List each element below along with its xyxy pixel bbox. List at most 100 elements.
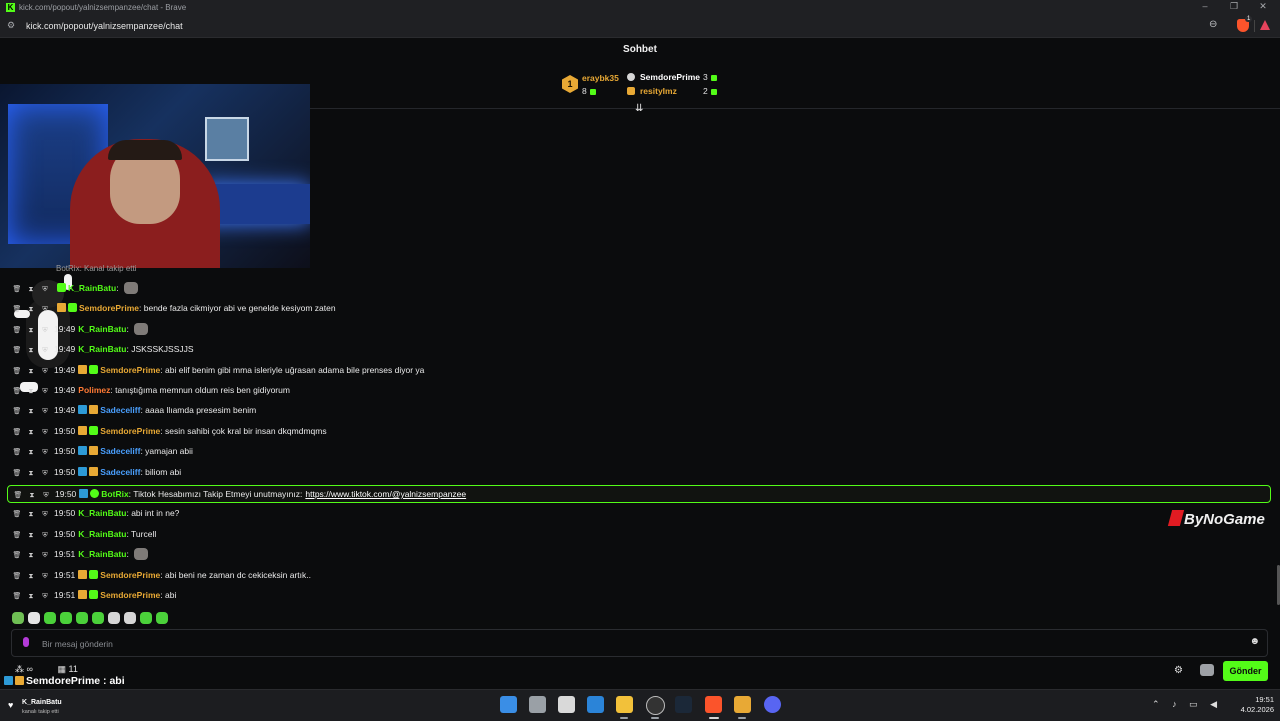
quick-emote-icon[interactable] bbox=[92, 612, 104, 624]
trash-icon[interactable]: 🗑 bbox=[12, 528, 22, 544]
trash-icon[interactable]: 🗑 bbox=[12, 364, 22, 380]
timeout-icon[interactable]: ⧗ bbox=[26, 466, 36, 482]
trash-icon[interactable]: 🗑 bbox=[12, 445, 22, 461]
timeout-icon[interactable]: ⧗ bbox=[26, 569, 36, 585]
shield-icon[interactable]: ⛨ bbox=[40, 507, 50, 523]
shield-icon[interactable]: ⛨ bbox=[40, 589, 50, 605]
chat-message[interactable]: 🗑 ⧗ ⛨ 19:50 Sadeceliff: biliom abi bbox=[12, 464, 181, 480]
quick-emote-icon[interactable] bbox=[60, 612, 72, 624]
gift-leaderboard[interactable]: 1 eraybk35 8 SemdorePrime 3 resityImz 2 bbox=[560, 70, 730, 106]
message-username[interactable]: K_RainBatu bbox=[78, 344, 126, 354]
timeout-icon[interactable]: ⧗ bbox=[26, 282, 36, 298]
message-input[interactable] bbox=[40, 634, 1244, 654]
emoji-icon[interactable]: ☻ bbox=[1249, 636, 1260, 647]
message-username[interactable]: K_RainBatu bbox=[68, 283, 116, 293]
collapse-leaderboard-icon[interactable]: ⇊ bbox=[635, 103, 643, 114]
chat-message[interactable]: 🗑 ⧗ ⛨ 19:50 K_RainBatu: abi int in ne? bbox=[12, 505, 180, 523]
send-button[interactable]: Gönder bbox=[1223, 661, 1268, 681]
close-button[interactable]: ✕ bbox=[1256, 1, 1270, 13]
message-username[interactable]: Polimez bbox=[78, 385, 110, 395]
shield-icon[interactable]: ⛨ bbox=[40, 343, 50, 359]
trash-icon[interactable]: 🗑 bbox=[12, 548, 22, 564]
volume-icon[interactable]: ◀ bbox=[1210, 699, 1217, 709]
trash-icon[interactable]: 🗑 bbox=[12, 282, 22, 298]
chat-message[interactable]: 🗑 ⧗ ⛨ 19:49 K_RainBatu: JSKSSKJSSJJS bbox=[12, 341, 194, 357]
shield-icon[interactable]: ⛨ bbox=[40, 569, 50, 585]
leader-second-name[interactable]: SemdorePrime bbox=[640, 72, 700, 82]
chat-input-box[interactable]: ☻ bbox=[11, 629, 1268, 657]
quick-emote-icon[interactable] bbox=[140, 612, 152, 624]
shield-icon[interactable]: ⛨ bbox=[40, 425, 50, 441]
shield-icon[interactable]: ⛨ bbox=[40, 445, 50, 461]
leader-first-name[interactable]: eraybk35 bbox=[582, 73, 619, 83]
timeout-icon[interactable]: ⧗ bbox=[26, 589, 36, 605]
message-username[interactable]: SemdorePrime bbox=[79, 303, 139, 313]
message-username[interactable]: K_RainBatu bbox=[78, 324, 126, 334]
message-username[interactable]: Sadeceliff bbox=[100, 467, 140, 477]
message-username[interactable]: SemdorePrime bbox=[100, 426, 160, 436]
maximize-button[interactable]: ❐ bbox=[1227, 1, 1241, 13]
chat-message[interactable]: 🗑 ⧗ ⛨ 19:50 K_RainBatu: Turcell bbox=[12, 526, 157, 544]
message-username[interactable]: SemdorePrime bbox=[100, 570, 160, 580]
chat-message[interactable]: 🗑 ⧗ ⛨ 19:49 Polimez: tanıştığıma memnun oldu… bbox=[12, 382, 290, 398]
timeout-icon[interactable]: ⧗ bbox=[26, 404, 36, 420]
message-username[interactable]: K_RainBatu bbox=[78, 508, 126, 518]
message-username[interactable]: SemdorePrime bbox=[100, 365, 160, 375]
timeout-icon[interactable]: ⧗ bbox=[26, 364, 36, 380]
timeout-icon[interactable]: ⧗ bbox=[26, 528, 36, 544]
timeout-icon[interactable]: ⧗ bbox=[26, 384, 36, 400]
photos-icon[interactable] bbox=[587, 696, 604, 713]
trash-icon[interactable]: 🗑 bbox=[12, 343, 22, 359]
trash-icon[interactable]: 🗑 bbox=[12, 507, 22, 523]
shield-icon[interactable]: ⛨ bbox=[41, 488, 51, 504]
message-username[interactable]: BotRix bbox=[101, 489, 128, 499]
shield-icon[interactable]: ⛨ bbox=[40, 364, 50, 380]
chat-message[interactable]: 🗑 ⧗ ⛨ 19:51 SemdorePrime: abi beni ne zaman … bbox=[12, 567, 311, 583]
zoom-icon[interactable]: ⊖ bbox=[1209, 19, 1217, 30]
settings-icon[interactable]: ⚙ bbox=[1174, 665, 1183, 676]
chat-message[interactable]: 🗑 ⧗ ⛨ 19:50 SemdorePrime: sesin sahibi çok k… bbox=[12, 423, 327, 439]
minimize-button[interactable]: – bbox=[1198, 1, 1212, 13]
system-tray[interactable]: ⌃ ♪ ▭ ◀ bbox=[1152, 699, 1227, 710]
shield-icon[interactable]: ⛨ bbox=[40, 302, 50, 318]
chat-message[interactable]: 🗑 ⧗ ⛨ 19:50 Sadeceliff: yamajan abii bbox=[12, 443, 193, 459]
timeout-icon[interactable]: ⧗ bbox=[26, 323, 36, 339]
taskbar-clock[interactable]: 19:51 4.02.2026 bbox=[1230, 695, 1274, 715]
file-explorer-icon[interactable] bbox=[616, 696, 633, 713]
brave-icon[interactable] bbox=[705, 696, 722, 713]
leader-third-name[interactable]: resityImz bbox=[640, 86, 677, 96]
chat-message[interactable]: 🗑 ⧗ ⛨ 19:51 SemdorePrime: abi bbox=[12, 587, 176, 603]
obs-icon[interactable] bbox=[646, 696, 665, 715]
chat-message[interactable]: 🗑 ⧗ ⛨ 19:49 SemdorePrime: abi elif benim gib… bbox=[12, 362, 424, 378]
timeout-icon[interactable]: ⧗ bbox=[26, 445, 36, 461]
message-username[interactable]: Sadeceliff bbox=[100, 446, 140, 456]
trash-icon[interactable]: 🗑 bbox=[13, 488, 23, 504]
network-icon[interactable]: ▭ bbox=[1189, 699, 1198, 709]
quick-emote-icon[interactable] bbox=[44, 612, 56, 624]
shield-icon[interactable]: ⛨ bbox=[40, 323, 50, 339]
shield-icon[interactable]: ⛨ bbox=[40, 548, 50, 564]
shield-icon[interactable]: ⛨ bbox=[40, 384, 50, 400]
steam-icon[interactable] bbox=[675, 696, 692, 713]
start-icon[interactable] bbox=[500, 696, 517, 713]
gift-button-icon[interactable] bbox=[1200, 664, 1214, 676]
brave-shield-icon[interactable]: 1 bbox=[1237, 16, 1253, 32]
url-text[interactable]: kick.com/popout/yalnizsempanzee/chat bbox=[26, 21, 183, 31]
discord-icon[interactable] bbox=[764, 696, 781, 713]
trash-icon[interactable]: 🗑 bbox=[12, 569, 22, 585]
chevron-up-icon[interactable]: ⌃ bbox=[1152, 699, 1160, 709]
trash-icon[interactable]: 🗑 bbox=[12, 404, 22, 420]
quick-emote-icon[interactable] bbox=[76, 612, 88, 624]
microphone-icon[interactable]: ♪ bbox=[1172, 699, 1177, 709]
trash-icon[interactable]: 🗑 bbox=[12, 323, 22, 339]
timeout-icon[interactable]: ⧗ bbox=[26, 548, 36, 564]
quick-emote-icon[interactable] bbox=[12, 612, 24, 624]
shield-icon[interactable]: ⛨ bbox=[40, 528, 50, 544]
message-link[interactable]: https://www.tiktok.com/@yalnizsempanzee bbox=[305, 489, 466, 499]
trash-icon[interactable]: 🗑 bbox=[12, 425, 22, 441]
timeout-icon[interactable]: ⧗ bbox=[26, 302, 36, 318]
timeout-icon[interactable]: ⧗ bbox=[26, 507, 36, 523]
microphone-icon[interactable] bbox=[23, 637, 29, 647]
quick-emote-icon[interactable] bbox=[108, 612, 120, 624]
trash-icon[interactable]: 🗑 bbox=[12, 589, 22, 605]
